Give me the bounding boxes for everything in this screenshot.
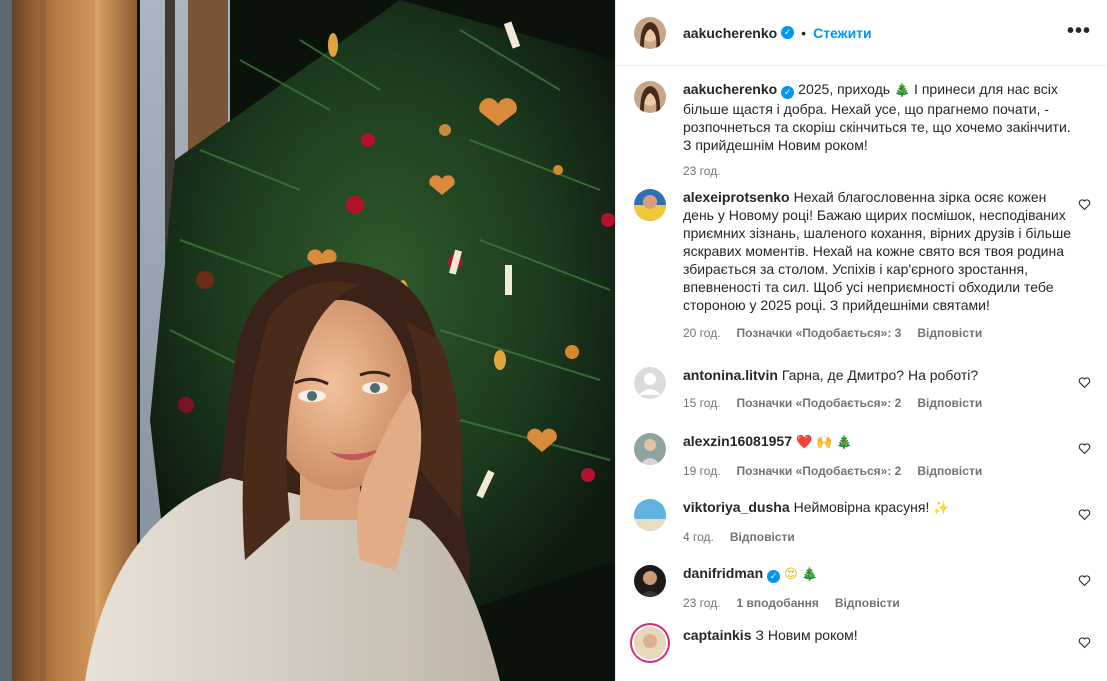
comment-meta: 19 год. Позначки «Подобається»: 2 Відпов…: [683, 462, 1075, 480]
red-heart-emoji: ❤️: [795, 435, 813, 450]
comment-username[interactable]: captainkis: [683, 627, 751, 643]
comment-time[interactable]: 4 год.: [683, 528, 714, 546]
verified-badge-icon: ✓: [767, 570, 781, 583]
comment-item: antonina.litvin Гарна, де Дмитро? На робо…: [634, 366, 1091, 432]
author-avatar[interactable]: [634, 16, 666, 49]
comment-body: captainkis З Новим роком!: [683, 626, 1075, 676]
christmas-tree-emoji: 🎄: [893, 83, 911, 98]
caption-meta: 23 год.: [683, 162, 1075, 180]
commenter-avatar[interactable]: [634, 627, 666, 659]
commenter-avatar[interactable]: [634, 499, 666, 531]
reply-button[interactable]: Відповісти: [917, 462, 982, 480]
caption-username[interactable]: aakucherenko: [683, 81, 777, 97]
comment-meta: 20 год. Позначки «Подобається»: 3 Відпов…: [683, 324, 1075, 342]
comment-body: alexzin16081957 ❤️ 🙌 🎄 19 год. Позначки «…: [683, 432, 1075, 498]
comment-username[interactable]: viktoriya_dusha: [683, 499, 790, 515]
caption-avatar[interactable]: [634, 81, 666, 113]
comment-body: viktoriya_dusha Неймовірна красуня! ✨ 4 г…: [683, 498, 1075, 564]
heart-eyes-emoji: 😍: [784, 567, 798, 582]
comment-item: alexzin16081957 ❤️ 🙌 🎄 19 год. Позначки «…: [634, 432, 1091, 498]
comment-time[interactable]: 15 год.: [683, 394, 721, 412]
post-header: aakucherenko ✓ • Стежити •••: [616, 0, 1107, 66]
caption-text: aakucherenko ✓ 2025, приходь 🎄 І принеси д…: [683, 80, 1075, 154]
commenter-avatar[interactable]: [634, 565, 666, 597]
comment-text: З Новим роком!: [755, 627, 858, 643]
likes-count[interactable]: Позначки «Подобається»: 3: [737, 324, 902, 342]
comments-list: aakucherenko ✓ 2025, приходь 🎄 І принеси д…: [616, 66, 1107, 676]
verified-badge-icon: ✓: [781, 26, 795, 39]
author-username[interactable]: aakucherenko: [683, 25, 777, 41]
christmas-tree-emoji: 🎄: [801, 567, 818, 582]
commenter-avatar[interactable]: [634, 433, 666, 465]
comment-body: alexeiprotsenko Нехай благословенна зірка…: [683, 188, 1075, 366]
comment-text: Гарна, де Дмитро? На роботі?: [781, 367, 979, 383]
caption: aakucherenko ✓ 2025, приходь 🎄 І принеси д…: [634, 80, 1091, 188]
reply-button[interactable]: Відповісти: [917, 324, 982, 342]
comment-username[interactable]: alexeiprotsenko: [683, 189, 790, 205]
comment-meta: 4 год. Відповісти: [683, 528, 1075, 546]
heart-outline-icon[interactable]: [1078, 636, 1091, 649]
likes-count[interactable]: 1 вподобання: [737, 594, 819, 612]
comment-meta: 23 год. 1 вподобання Відповісти: [683, 594, 1075, 612]
comment-username[interactable]: antonina.litvin: [683, 367, 778, 383]
raised-hands-emoji: 🙌: [816, 435, 833, 450]
comment-item: danifridman ✓ 😍 🎄 23 год. 1 вподобання Від…: [634, 564, 1091, 626]
reply-button[interactable]: Відповісти: [917, 394, 982, 412]
reply-button[interactable]: Відповісти: [835, 594, 900, 612]
comment-username[interactable]: alexzin16081957: [683, 433, 792, 449]
likes-count[interactable]: Позначки «Подобається»: 2: [737, 462, 902, 480]
commenter-avatar[interactable]: [634, 367, 666, 399]
likes-count[interactable]: Позначки «Подобається»: 2: [737, 394, 902, 412]
comment-meta: 15 год. Позначки «Подобається»: 2 Відпов…: [683, 394, 1075, 412]
comment-text: Неймовірна красуня!: [793, 499, 930, 515]
sparkles-emoji: ✨: [933, 501, 950, 516]
heart-outline-icon[interactable]: [1078, 442, 1091, 455]
caption-time[interactable]: 23 год.: [683, 162, 721, 180]
follow-button[interactable]: Стежити: [813, 25, 872, 41]
photo-image: [0, 0, 615, 681]
post-photo[interactable]: [0, 0, 615, 681]
comment-time[interactable]: 23 год.: [683, 594, 721, 612]
comment-time[interactable]: 19 год.: [683, 462, 721, 480]
comment-time[interactable]: 20 год.: [683, 324, 721, 342]
comment-item: viktoriya_dusha Неймовірна красуня! ✨ 4 г…: [634, 498, 1091, 564]
comment-item: captainkis З Новим роком!: [634, 626, 1091, 676]
heart-outline-icon[interactable]: [1078, 574, 1091, 587]
post-side-panel: aakucherenko ✓ • Стежити ••• aakucherenk…: [615, 0, 1107, 681]
comment-text: Нехай благословенна зірка осяє кожен ден…: [683, 189, 1072, 313]
separator-dot: •: [801, 24, 807, 41]
heart-outline-icon[interactable]: [1078, 376, 1091, 389]
comment-body: danifridman ✓ 😍 🎄 23 год. 1 вподобання Від…: [683, 564, 1075, 626]
heart-outline-icon[interactable]: [1078, 198, 1091, 211]
more-dots-icon[interactable]: •••: [1067, 21, 1091, 41]
caption-text-start: 2025, приходь: [798, 81, 891, 97]
comment-username[interactable]: danifridman: [683, 565, 763, 581]
reply-button[interactable]: Відповісти: [730, 528, 795, 546]
christmas-tree-emoji: 🎄: [836, 435, 853, 450]
comment-item: alexeiprotsenko Нехай благословенна зірка…: [634, 188, 1091, 366]
caption-body: aakucherenko ✓ 2025, приходь 🎄 І принеси д…: [683, 80, 1075, 188]
commenter-avatar[interactable]: [634, 189, 666, 221]
verified-badge-icon: ✓: [781, 86, 795, 99]
comment-body: antonina.litvin Гарна, де Дмитро? На робо…: [683, 366, 1075, 432]
heart-outline-icon[interactable]: [1078, 508, 1091, 521]
